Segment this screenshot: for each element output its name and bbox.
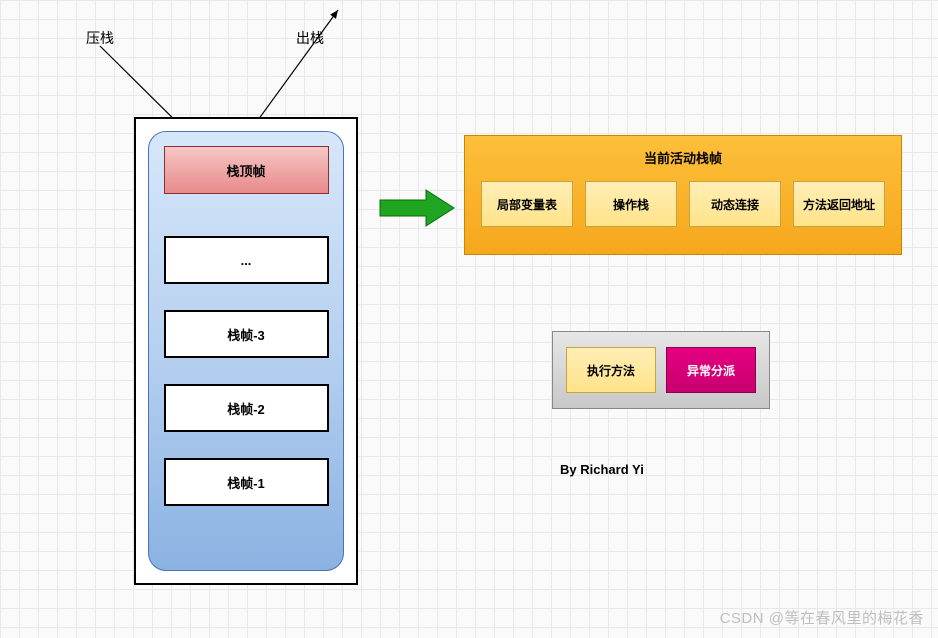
cell-dynamic-link: 动态连接 bbox=[689, 181, 781, 227]
frame-ellipsis: ... bbox=[164, 236, 329, 284]
cell-return-addr: 方法返回地址 bbox=[793, 181, 885, 227]
frame-2: 栈帧-2 bbox=[164, 384, 329, 432]
frame-3: 栈帧-3 bbox=[164, 310, 329, 358]
frame-top: 栈顶帧 bbox=[164, 146, 329, 194]
cell-exception-dispatch: 异常分派 bbox=[666, 347, 756, 393]
frame-1: 栈帧-1 bbox=[164, 458, 329, 506]
cell-local-vars: 局部变量表 bbox=[481, 181, 573, 227]
stack-container-inner: 栈顶帧 ... 栈帧-3 栈帧-2 栈帧-1 bbox=[148, 131, 344, 571]
watermark-label: CSDN @等在春风里的梅花香 bbox=[720, 607, 924, 628]
active-frame-cells: 局部变量表 操作栈 动态连接 方法返回地址 bbox=[481, 181, 885, 227]
active-frame-title: 当前活动栈帧 bbox=[644, 148, 722, 167]
cell-exec-method: 执行方法 bbox=[566, 347, 656, 393]
arrow-right-icon bbox=[378, 188, 456, 228]
cell-operand-stack: 操作栈 bbox=[585, 181, 677, 227]
active-frame-panel: 当前活动栈帧 局部变量表 操作栈 动态连接 方法返回地址 bbox=[464, 135, 902, 255]
author-label: By Richard Yi bbox=[560, 462, 644, 477]
stack-container-outer: 栈顶帧 ... 栈帧-3 栈帧-2 栈帧-1 bbox=[134, 117, 358, 585]
handler-panel: 执行方法 异常分派 bbox=[552, 331, 770, 409]
